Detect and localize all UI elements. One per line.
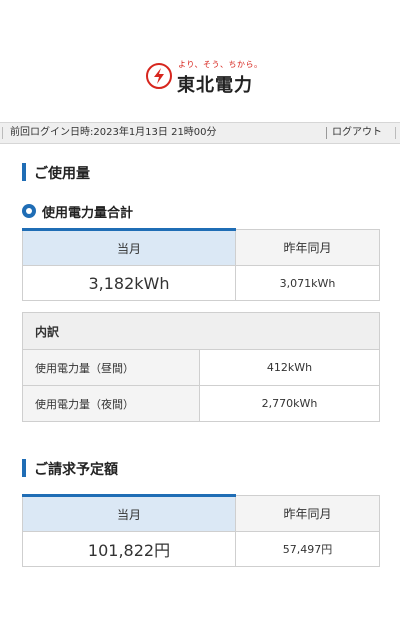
billing-table: 当月 昨年同月 101,822円 57,497円: [22, 494, 380, 567]
divider: [395, 127, 396, 139]
lightning-bolt-icon: [146, 63, 172, 89]
divider: [2, 127, 3, 139]
logout-link[interactable]: ログアウト: [332, 123, 382, 143]
usage-breakdown-table: 内訳 使用電力量（昼間） 412kWh 使用電力量（夜間） 2,770kWh: [21, 312, 381, 422]
login-info-bar: 前回ログイン日時:2023年1月13日 21時00分 ログアウト: [0, 122, 400, 144]
usage-total-label: 使用電力量合計: [42, 206, 134, 221]
header-last-year-month: 昨年同月: [235, 229, 380, 266]
usage-last-year-value: 3,071kWh: [235, 265, 380, 301]
tohoku-electric-logo: より、そう、ちから。 東北電力: [146, 57, 262, 99]
usage-current-value: 3,182kWh: [22, 265, 236, 301]
header-last-year-month: 昨年同月: [235, 495, 380, 532]
section-marker: [22, 459, 26, 477]
breakdown-night-label: 使用電力量（夜間）: [22, 385, 200, 422]
last-login-text: 前回ログイン日時:2023年1月13日 21時00分: [10, 127, 217, 138]
breakdown-day-label: 使用電力量（昼間）: [22, 349, 200, 386]
usage-section-label: ご使用量: [34, 166, 90, 182]
header-current-month: 当月: [22, 494, 236, 532]
billing-current-value: 101,822円: [22, 531, 236, 567]
table-row: 使用電力量（夜間） 2,770kWh: [22, 385, 381, 422]
radio-icon: [22, 204, 36, 218]
billing-section-label: ご請求予定額: [34, 462, 118, 478]
header-current-month: 当月: [22, 228, 236, 266]
breakdown-day-value: 412kWh: [198, 349, 381, 386]
brand-name: 東北電力: [177, 75, 253, 96]
billing-last-year-value: 57,497円: [235, 531, 380, 567]
breakdown-night-value: 2,770kWh: [198, 385, 381, 422]
breakdown-title: 内訳: [21, 312, 381, 350]
usage-total-table: 当月 昨年同月 3,182kWh 3,071kWh: [22, 228, 380, 301]
brand-tagline: より、そう、ちから。: [178, 60, 263, 69]
table-row: 使用電力量（昼間） 412kWh: [22, 349, 381, 386]
section-marker: [22, 163, 26, 181]
divider: [326, 127, 327, 139]
